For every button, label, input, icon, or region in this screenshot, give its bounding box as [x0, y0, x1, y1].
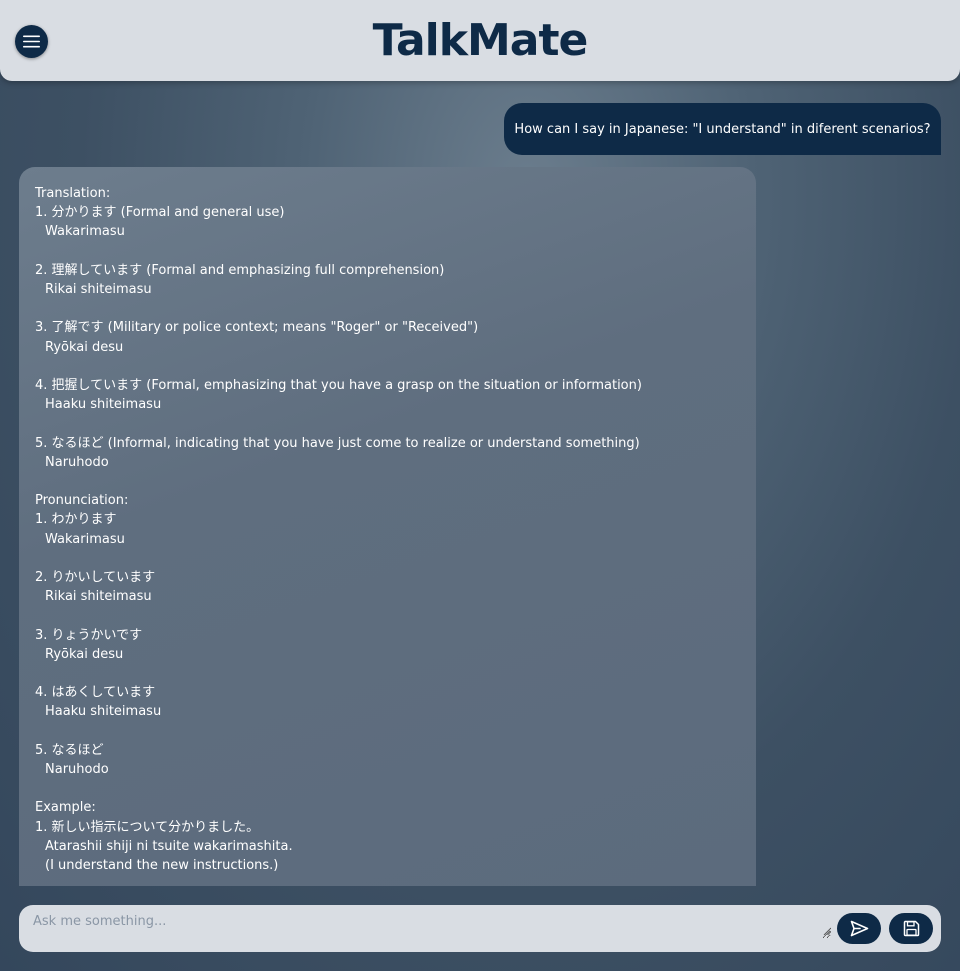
message-composer — [19, 905, 941, 952]
bot-message-line: Ryōkai desu — [45, 646, 124, 662]
user-message-text: How can I say in Japanese: "I understand… — [514, 121, 931, 137]
bot-message-line: 3. りょうかいです — [35, 627, 143, 643]
bot-message-line — [35, 722, 740, 741]
menu-button[interactable] — [15, 25, 48, 58]
bot-message-line: (I understand the new instructions.) — [45, 857, 279, 873]
bot-message-line: 4. 把握しています (Formal, emphasizing that you… — [35, 377, 642, 393]
bot-message-line: Ryōkai desu — [45, 339, 124, 355]
app-header: TalkMate — [0, 0, 960, 81]
hamburger-menu-icon — [23, 35, 40, 48]
bot-message-bubble: Translation: 1. 分かります (Formal and general… — [19, 167, 756, 886]
bot-message-line — [35, 606, 740, 625]
bot-message-line: 3. 了解です (Military or police context; mea… — [35, 320, 479, 336]
bot-message-line: Haaku shiteimasu — [45, 704, 162, 720]
bot-message-line: Rikai shiteimasu — [45, 589, 152, 605]
app-title: TalkMate — [372, 15, 589, 66]
bot-message-line — [35, 472, 740, 491]
message-input[interactable] — [19, 905, 831, 939]
bot-message-line — [35, 414, 740, 433]
bot-message-line — [35, 242, 740, 261]
bot-message-line: 2. 理解しています (Formal and emphasizing full … — [35, 262, 445, 278]
save-floppy-icon — [903, 920, 919, 937]
bot-message-line: Wakarimasu — [45, 531, 125, 547]
bot-message-line: 1. 分かります (Formal and general use) — [35, 205, 285, 221]
bot-message-line: 5. なるほど — [35, 742, 104, 758]
save-button[interactable] — [889, 913, 933, 944]
bot-message-line: Naruhodo — [45, 761, 109, 777]
send-icon — [850, 920, 868, 937]
bot-message-line: Rikai shiteimasu — [45, 282, 152, 297]
bot-message-line: 5. なるほど (Informal, indicating that you h… — [35, 435, 640, 451]
bot-message-line — [35, 779, 740, 798]
bot-message-line: Wakarimasu — [45, 224, 125, 240]
bot-message-line — [35, 664, 740, 683]
bot-message-line: 1. 新しい指示について分かりました。 — [35, 819, 260, 835]
bot-message-line — [35, 357, 740, 376]
send-button[interactable] — [837, 913, 881, 944]
bot-message-line: Atarashii shiji ni tsuite wakarimashita. — [45, 838, 293, 854]
bot-message-line — [35, 549, 740, 568]
resize-handle-icon[interactable] — [823, 927, 831, 935]
bot-message-line: Translation: — [35, 186, 111, 201]
bot-message-line: Pronunciation: — [35, 493, 129, 509]
bot-message-line: Haaku shiteimasu — [45, 397, 162, 413]
bot-message-line: 1. わかります — [35, 512, 117, 528]
bot-message-line — [35, 299, 740, 318]
bot-message-line: Example: — [35, 800, 96, 816]
bot-message-line: 4. はあくしています — [35, 685, 156, 701]
bot-message-line: Naruhodo — [45, 454, 109, 470]
user-message-bubble: How can I say in Japanese: "I understand… — [504, 103, 941, 155]
bot-message-line: 2. りかいしています — [35, 569, 156, 585]
